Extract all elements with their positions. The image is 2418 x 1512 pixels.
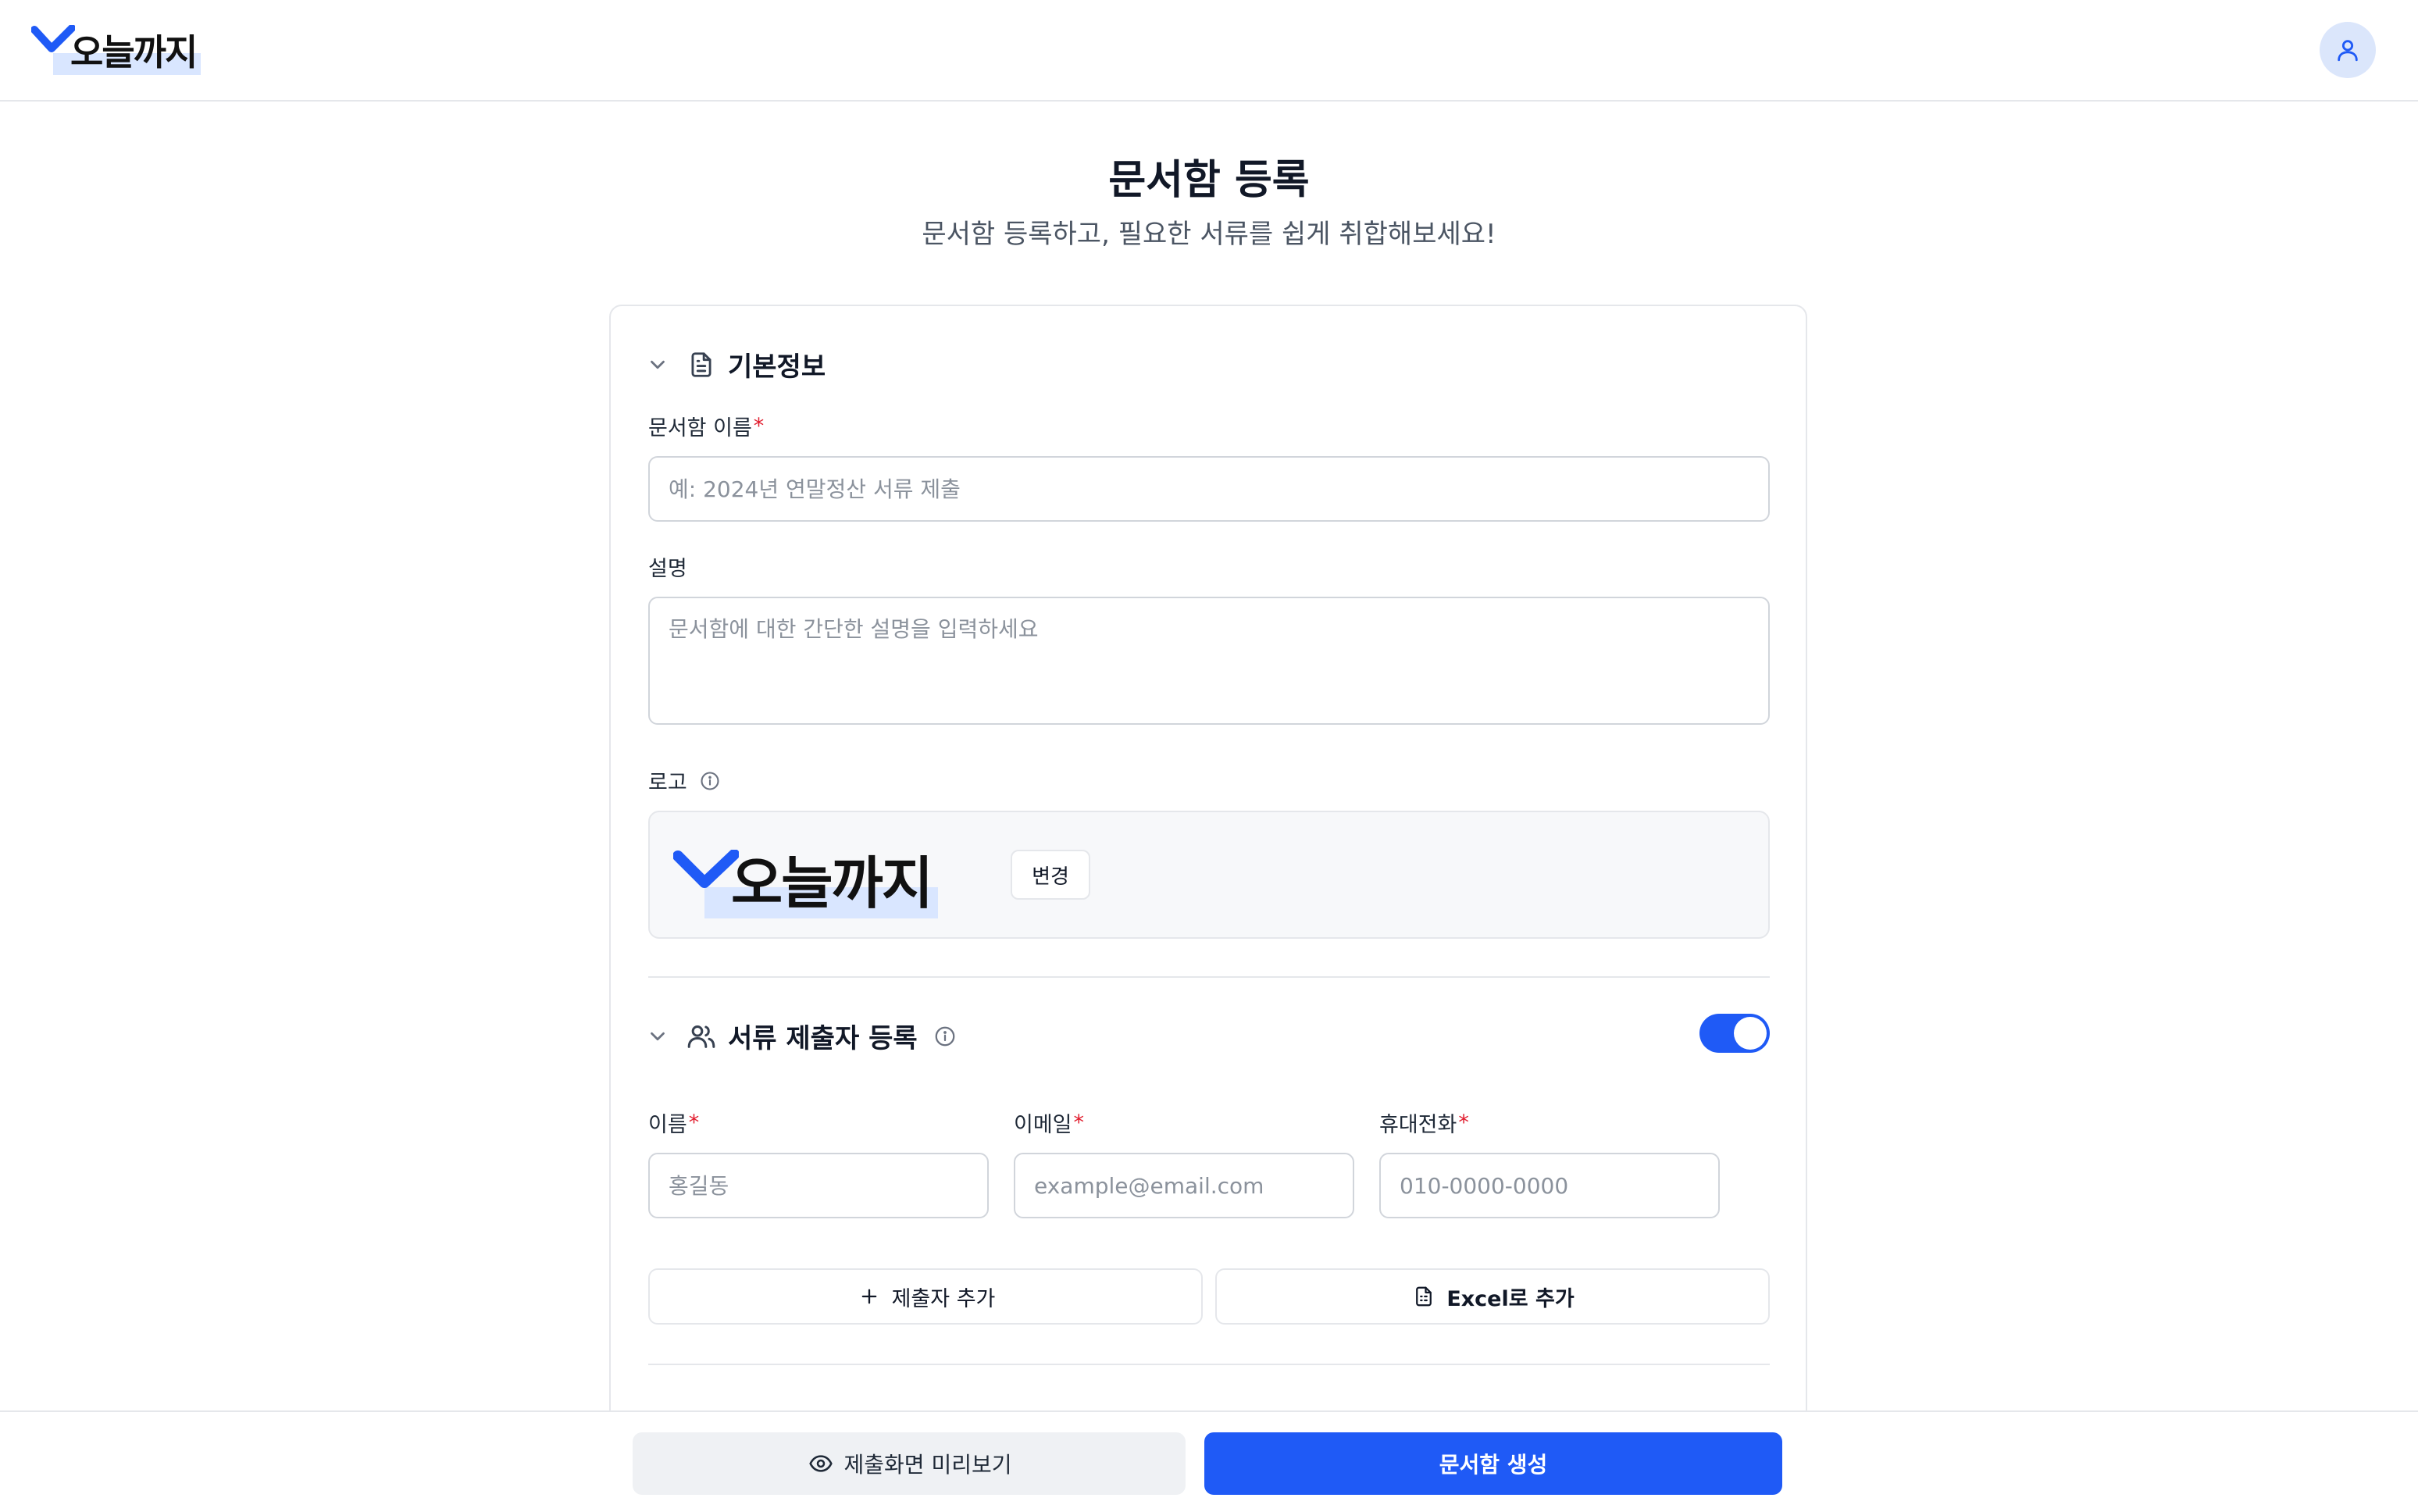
- top-header: 오늘까지: [0, 0, 2418, 102]
- required-mark: *: [1458, 1111, 1469, 1135]
- user-avatar-button[interactable]: [2320, 22, 2376, 78]
- required-mark: *: [753, 414, 765, 438]
- submitter-phone-label: 휴대전화 *: [1379, 1107, 1469, 1138]
- logo-text: 오늘까지: [70, 31, 198, 73]
- info-icon[interactable]: [698, 769, 722, 793]
- logo-preview-box: 오늘까지 변경: [648, 811, 1770, 939]
- preview-submission-button[interactable]: 제출화면 미리보기: [633, 1432, 1186, 1495]
- page-title: 문서함 등록: [1108, 157, 1310, 204]
- spreadsheet-icon: [1410, 1283, 1437, 1310]
- description-label: 설명: [648, 557, 687, 581]
- submitter-phone-input[interactable]: [1379, 1153, 1720, 1218]
- preview-label: 제출화면 미리보기: [843, 1452, 1012, 1478]
- description-textarea[interactable]: [648, 597, 1770, 725]
- info-icon[interactable]: [933, 1025, 957, 1048]
- submitter-name-input[interactable]: [648, 1153, 989, 1218]
- bottom-action-bar: 제출화면 미리보기 문서함 생성: [0, 1410, 2418, 1512]
- required-mark: *: [688, 1111, 700, 1135]
- excel-import-button[interactable]: Excel로 추가: [1215, 1268, 1770, 1325]
- excel-import-label: Excel로 추가: [1446, 1286, 1575, 1311]
- check-logo-icon: [673, 850, 739, 888]
- eye-icon: [807, 1450, 835, 1478]
- collapse-basic-info-button[interactable]: [642, 349, 673, 380]
- submitter-name-label: 이름 *: [648, 1107, 699, 1138]
- logo-preview-text: 오늘까지: [731, 850, 933, 916]
- logo-preview: 오늘까지: [673, 833, 938, 920]
- submitter-email-label: 이메일 *: [1014, 1107, 1084, 1138]
- users-icon: [684, 1019, 719, 1054]
- required-mark: *: [1073, 1111, 1085, 1135]
- plus-icon: [856, 1283, 883, 1310]
- submitters-toggle[interactable]: [1699, 1014, 1770, 1053]
- create-box-button[interactable]: 문서함 생성: [1204, 1432, 1782, 1495]
- basic-info-title: 기본정보: [728, 351, 826, 383]
- change-logo-button[interactable]: 변경: [1011, 850, 1090, 900]
- submitter-email-label-text: 이메일: [1014, 1113, 1072, 1137]
- check-logo-icon: [31, 25, 75, 52]
- logo-label-text: 로고: [648, 771, 687, 795]
- box-name-input[interactable]: [648, 456, 1770, 522]
- document-icon: [684, 348, 719, 382]
- app-logo[interactable]: 오늘까지: [31, 22, 202, 77]
- box-name-label: 문서함 이름 *: [648, 411, 764, 441]
- chevron-down-icon: [651, 1032, 665, 1040]
- add-submitter-label: 제출자 추가: [891, 1286, 996, 1311]
- chevron-down-icon: [651, 360, 665, 369]
- submitter-email-input[interactable]: [1014, 1153, 1354, 1218]
- box-name-label-text: 문서함 이름: [648, 416, 752, 440]
- section-divider: [648, 976, 1770, 978]
- submitter-name-label-text: 이름: [648, 1113, 687, 1137]
- toggle-knob: [1734, 1017, 1767, 1050]
- page-subtitle: 문서함 등록하고, 필요한 서류를 쉽게 취합해보세요!: [922, 219, 1496, 250]
- submitters-header: 서류 제출자 등록: [642, 1017, 957, 1055]
- logo-label: 로고: [648, 765, 722, 796]
- collapse-submitters-button[interactable]: [642, 1021, 673, 1052]
- user-icon: [2338, 40, 2358, 62]
- submitters-title: 서류 제출자 등록: [728, 1023, 918, 1054]
- submitter-phone-label-text: 휴대전화: [1379, 1113, 1457, 1137]
- form-card: 기본정보 문서함 이름* 설명 로고 오늘까지 변경: [609, 305, 1807, 1512]
- section-divider: [648, 1364, 1770, 1365]
- add-submitter-button[interactable]: 제출자 추가: [648, 1268, 1203, 1325]
- basic-info-header: 기본정보: [642, 345, 826, 383]
